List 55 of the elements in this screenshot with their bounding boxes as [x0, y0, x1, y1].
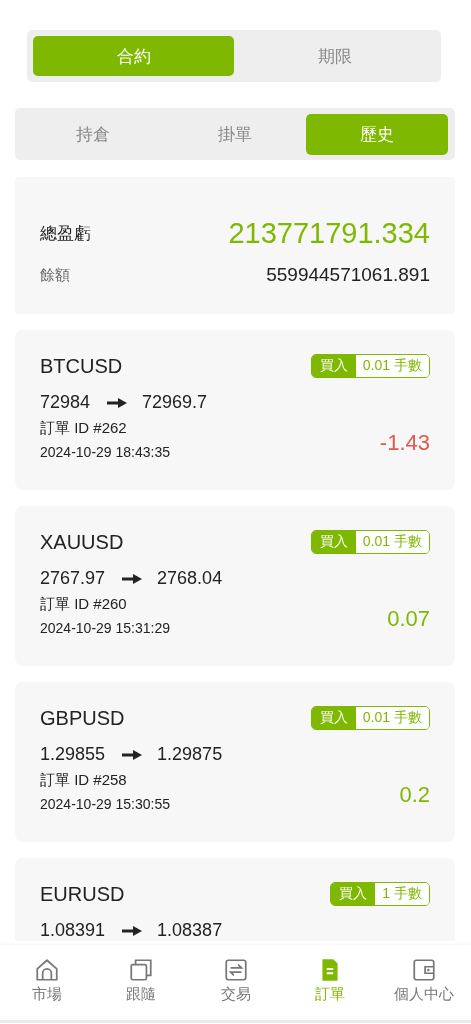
- close-price: 2768.04: [157, 568, 223, 589]
- wallet-icon: [410, 957, 437, 983]
- balance-label: 餘額: [40, 265, 70, 285]
- order-card[interactable]: GBPUSD 買入 0.01 手數 1.29855 1.29875 訂單 ID #258 2024-10-29 15:30:55 0.2: [15, 682, 455, 842]
- profit-value: 0.2: [399, 782, 430, 808]
- arrow-icon: [121, 748, 144, 761]
- lots-label: 0.01 手數: [355, 531, 429, 553]
- close-price: 1.08387: [157, 920, 223, 941]
- order-card[interactable]: EURUSD 買入 1 手數 1.08391 1.08387: [15, 858, 455, 941]
- symbol: GBPUSD: [40, 706, 125, 730]
- close-price: 72969.7: [142, 392, 208, 413]
- nav-item[interactable]: 交易: [188, 945, 283, 1020]
- nav-item[interactable]: 市場: [0, 945, 95, 1020]
- side-label: 買入: [311, 707, 356, 729]
- total-label: 總盈虧: [40, 223, 91, 245]
- side-label: 買入: [311, 355, 356, 377]
- symbol: EURUSD: [40, 882, 125, 906]
- exchange-icon: [222, 957, 249, 983]
- order-id: 訂單 ID #260: [40, 595, 128, 614]
- open-price: 1.29855: [40, 744, 106, 765]
- close-price: 1.29875: [157, 744, 223, 765]
- arrow-icon: [106, 396, 129, 409]
- side-label: 買入: [331, 883, 376, 905]
- order-time: 2024-10-29 15:30:55: [40, 796, 170, 812]
- nav-item[interactable]: 個人中心: [376, 945, 471, 1020]
- tab[interactable]: 掛單: [164, 114, 306, 155]
- profit-value: 0.07: [387, 606, 430, 632]
- symbol: XAUUSD: [40, 530, 124, 554]
- tab[interactable]: 歷史: [306, 114, 448, 155]
- lots-label: 1 手數: [375, 883, 429, 905]
- tab[interactable]: 期限: [234, 36, 435, 76]
- order-card[interactable]: BTCUSD 買入 0.01 手數 72984 72969.7 訂單 ID #262 2024-10-29 18:43:35 -1.43: [15, 330, 455, 490]
- lots-label: 0.01 手數: [355, 707, 429, 729]
- order-id: 訂單 ID #258: [40, 771, 128, 790]
- nav-item[interactable]: 跟隨: [94, 945, 189, 1020]
- home-icon: [34, 957, 61, 983]
- nav-item[interactable]: 訂單: [282, 945, 377, 1020]
- lots-label: 0.01 手數: [355, 355, 429, 377]
- balance-value: 559944571061.891: [266, 264, 430, 286]
- open-price: 2767.97: [40, 568, 106, 589]
- order-time: 2024-10-29 18:43:35: [40, 444, 170, 460]
- order-time: 2024-10-29 15:31:29: [40, 620, 170, 636]
- symbol: BTCUSD: [40, 354, 123, 378]
- order-card[interactable]: XAUUSD 買入 0.01 手數 2767.97 2768.04 訂單 ID #260 2024-10-29 15:31:29 0.07: [15, 506, 455, 666]
- profit-value: -1.43: [379, 430, 430, 456]
- open-price: 72984: [40, 392, 91, 413]
- side-label: 買入: [311, 531, 356, 553]
- tab[interactable]: 持倉: [22, 114, 164, 155]
- copy-icon: [128, 957, 155, 983]
- arrow-icon: [121, 924, 144, 937]
- tab[interactable]: 合約: [33, 36, 234, 76]
- total-value: 213771791.334: [228, 217, 430, 250]
- open-price: 1.08391: [40, 920, 106, 941]
- arrow-icon: [121, 572, 144, 585]
- order-id: 訂單 ID #262: [40, 419, 128, 438]
